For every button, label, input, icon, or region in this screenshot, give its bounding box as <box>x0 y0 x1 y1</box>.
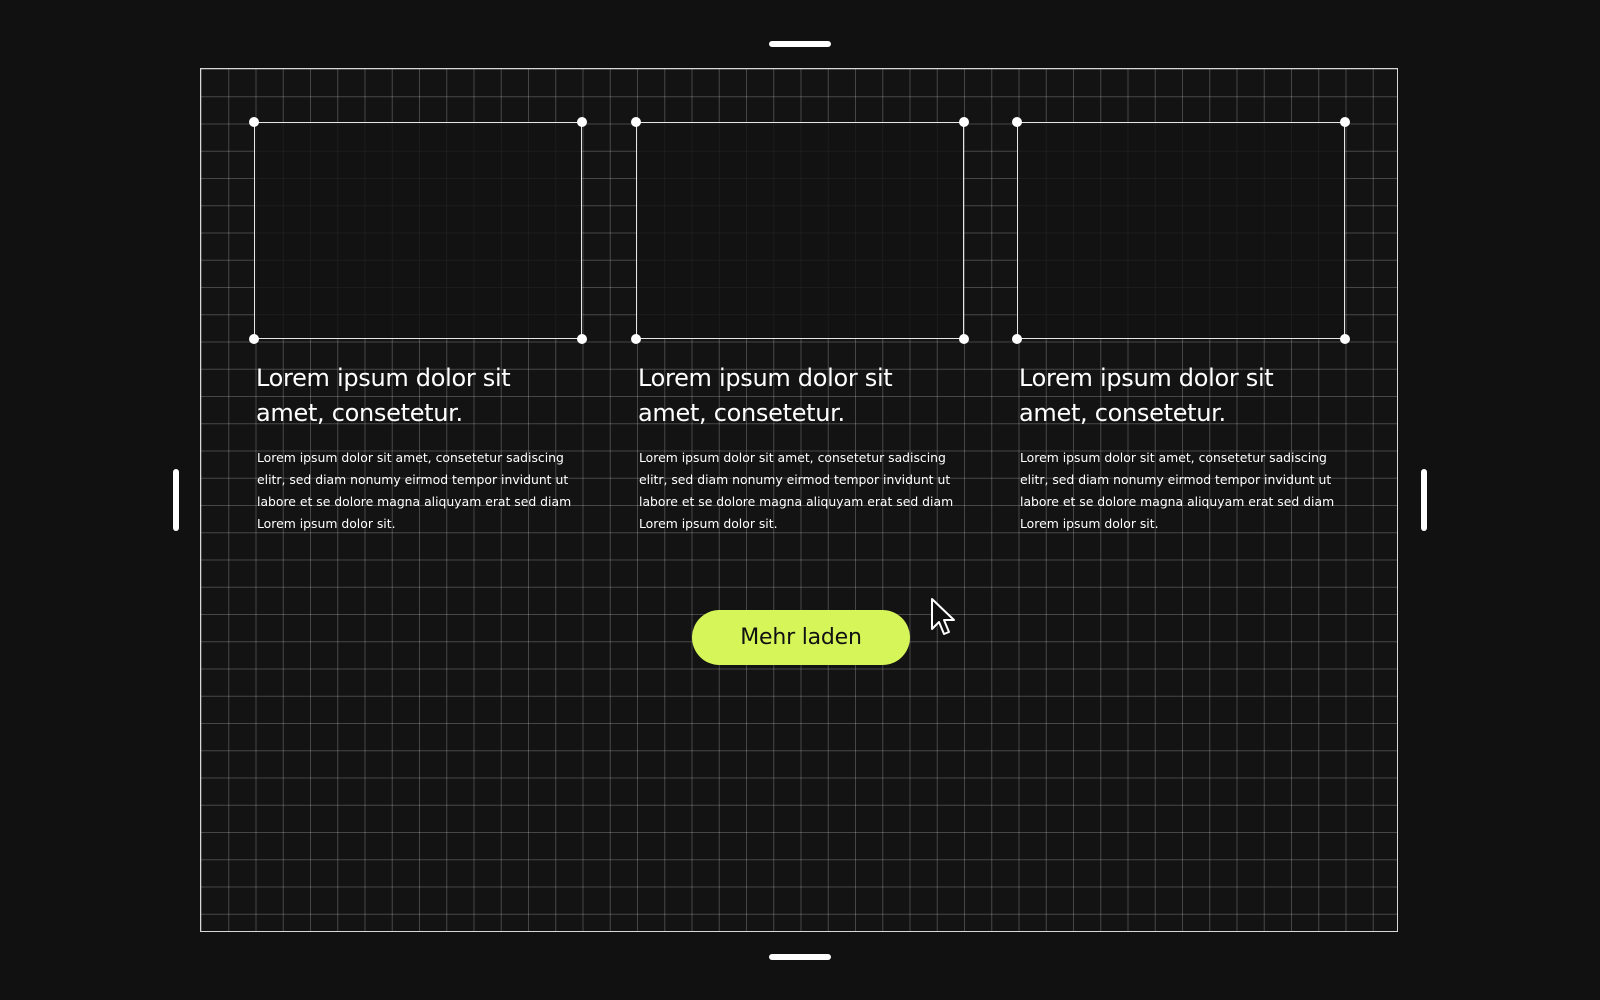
image-placeholder[interactable] <box>249 117 587 344</box>
corner-handle[interactable] <box>959 117 969 127</box>
card: Lorem ipsum dolor sit amet, consetetur. … <box>1012 117 1350 535</box>
card-text: Lorem ipsum dolor sit amet, consetetur s… <box>257 450 572 531</box>
card-text: Lorem ipsum dolor sit amet, consetetur s… <box>1020 450 1335 531</box>
corner-handle[interactable] <box>249 334 259 344</box>
corner-handle[interactable] <box>631 117 641 127</box>
corner-handle[interactable] <box>1012 334 1022 344</box>
mouse-pointer-icon <box>931 598 955 635</box>
card-title: Lorem ipsum dolor sit amet, consetetur. <box>1019 364 1274 427</box>
card-text: Lorem ipsum dolor sit amet, consetetur s… <box>639 450 954 531</box>
card-title: Lorem ipsum dolor sit amet, consetetur. <box>638 364 893 427</box>
corner-handle[interactable] <box>1340 334 1350 344</box>
corner-handle[interactable] <box>249 117 259 127</box>
resize-handle-bottom[interactable] <box>769 954 831 960</box>
resize-handle-left[interactable] <box>173 469 179 531</box>
corner-handle[interactable] <box>631 334 641 344</box>
resize-handle-top[interactable] <box>769 41 831 47</box>
card: Lorem ipsum dolor sit amet, consetetur. … <box>249 117 587 535</box>
corner-handle[interactable] <box>577 117 587 127</box>
artboard-frame: Lorem ipsum dolor sit amet, consetetur. … <box>200 68 1398 932</box>
corner-handle[interactable] <box>959 334 969 344</box>
image-placeholder[interactable] <box>1012 117 1350 344</box>
load-more-button[interactable]: Mehr laden <box>692 610 910 665</box>
corner-handle[interactable] <box>1012 117 1022 127</box>
image-placeholder[interactable] <box>631 117 969 344</box>
card-title: Lorem ipsum dolor sit amet, consetetur. <box>256 364 511 427</box>
canvas-stage: Lorem ipsum dolor sit amet, consetetur. … <box>0 0 1600 1000</box>
corner-handle[interactable] <box>577 334 587 344</box>
card: Lorem ipsum dolor sit amet, consetetur. … <box>631 117 969 535</box>
corner-handle[interactable] <box>1340 117 1350 127</box>
resize-handle-right[interactable] <box>1421 469 1427 531</box>
